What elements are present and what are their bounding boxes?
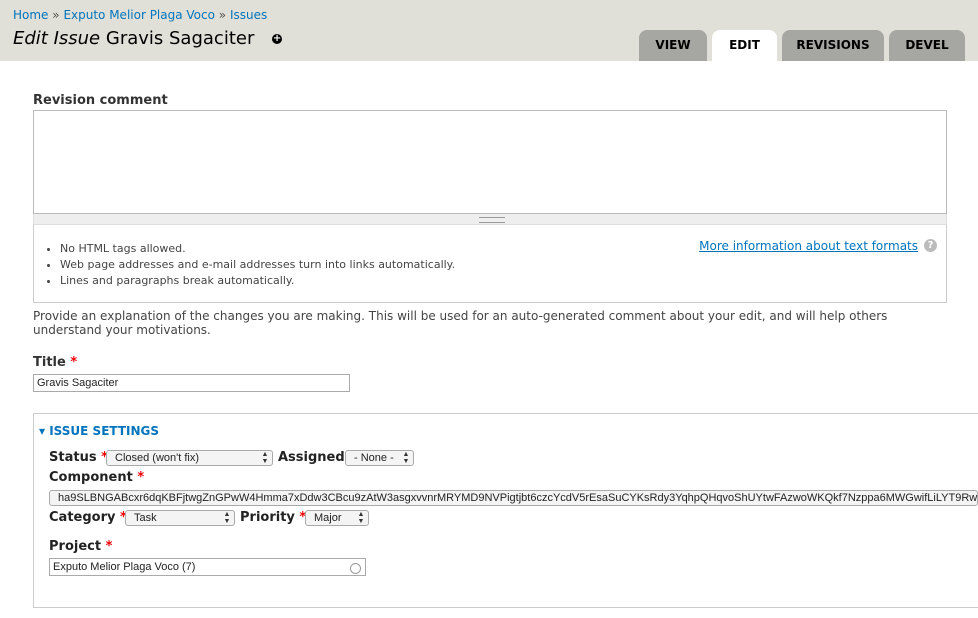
category-select-value: Task [134, 512, 157, 524]
select-arrows-icon: ▲ ▼ [357, 511, 365, 525]
add-shortcut-icon[interactable]: + [272, 34, 283, 44]
filter-tip: Lines and paragraphs break automatically… [60, 273, 455, 289]
select-arrows-icon: ▲ ▼ [402, 451, 410, 465]
required-marker: * [137, 470, 145, 485]
revision-comment-textarea[interactable] [33, 110, 947, 214]
breadcrumb-separator: » [218, 8, 227, 22]
revision-comment-description: Provide an explanation of the changes yo… [33, 309, 888, 337]
tab-devel[interactable]: DEVEL [889, 30, 965, 61]
filter-tip: No HTML tags allowed. [60, 241, 455, 257]
text-format-tips: No HTML tags allowed. Web page addresses… [33, 225, 947, 303]
priority-select-value: Major [314, 512, 342, 524]
component-select-value: ha9SLBNGABcxr6dqKBFjtwgZnGPwW4Hmma7xDdw3… [58, 492, 978, 504]
component-label: Component * [49, 470, 144, 485]
title-label-text: Title [33, 355, 66, 370]
select-arrows-icon: ▲ ▼ [261, 451, 269, 465]
category-label: Category * [49, 510, 127, 525]
breadcrumb-issues[interactable]: Issues [230, 8, 267, 22]
priority-select[interactable]: Major ▲ ▼ [305, 510, 369, 526]
category-label-text: Category [49, 510, 116, 525]
title-label: Title * [33, 355, 77, 370]
tab-view[interactable]: VIEW [639, 30, 707, 61]
select-arrows-icon: ▲ ▼ [223, 511, 231, 525]
assigned-select[interactable]: - None - ▲ ▼ [345, 450, 414, 466]
project-autocomplete-input[interactable]: Exputo Melior Plaga Voco (7) [49, 558, 366, 576]
breadcrumb-project[interactable]: Exputo Melior Plaga Voco [63, 8, 215, 22]
breadcrumb-separator: » [52, 8, 60, 22]
project-label-text: Project [49, 539, 102, 554]
status-label: Status * [49, 450, 108, 465]
required-marker: * [70, 355, 78, 370]
filter-tip: Web page addresses and e-mail addresses … [60, 257, 455, 273]
tab-edit[interactable]: EDIT [712, 30, 777, 61]
required-marker: * [105, 539, 113, 554]
assigned-label: Assigned [278, 450, 345, 465]
breadcrumb-home[interactable]: Home [13, 8, 48, 22]
status-select-value: Closed (won't fix) [115, 452, 200, 464]
project-input-value: Exputo Melior Plaga Voco (7) [53, 561, 196, 573]
help-icon[interactable]: ? [924, 239, 937, 252]
project-label: Project * [49, 539, 112, 554]
textarea-resize-grip[interactable] [33, 214, 947, 225]
priority-label-text: Priority [240, 510, 295, 525]
issue-settings-legend-text: ISSUE SETTINGS [49, 424, 160, 438]
filter-tips-list: No HTML tags allowed. Web page addresses… [44, 241, 455, 289]
page-title: Edit Issue Gravis Sagaciter + [13, 28, 283, 49]
component-label-text: Component [49, 470, 133, 485]
assigned-select-value: - None - [354, 452, 394, 464]
issue-settings-legend[interactable]: ▾ ISSUE SETTINGS [39, 424, 159, 438]
breadcrumb: Home » Exputo Melior Plaga Voco » Issues [13, 8, 267, 22]
collapse-triangle-icon: ▾ [39, 424, 46, 438]
tab-revisions[interactable]: REVISIONS [782, 30, 884, 61]
priority-label: Priority * [240, 510, 306, 525]
component-select[interactable]: ha9SLBNGABcxr6dqKBFjtwgZnGPwW4Hmma7xDdw3… [49, 490, 978, 506]
page-header: Home » Exputo Melior Plaga Voco » Issues… [0, 0, 978, 61]
category-select[interactable]: Task ▲ ▼ [125, 510, 235, 526]
page-title-name: Gravis Sagaciter [105, 28, 255, 49]
title-input[interactable]: Gravis Sagaciter [33, 374, 350, 392]
revision-comment-label: Revision comment [33, 93, 168, 108]
autocomplete-throbber-icon [350, 563, 361, 574]
status-select[interactable]: Closed (won't fix) ▲ ▼ [106, 450, 273, 466]
page-title-prefix: Edit Issue [13, 28, 101, 49]
more-info-text-formats-link[interactable]: More information about text formats [699, 239, 918, 253]
status-label-text: Status [49, 450, 97, 465]
